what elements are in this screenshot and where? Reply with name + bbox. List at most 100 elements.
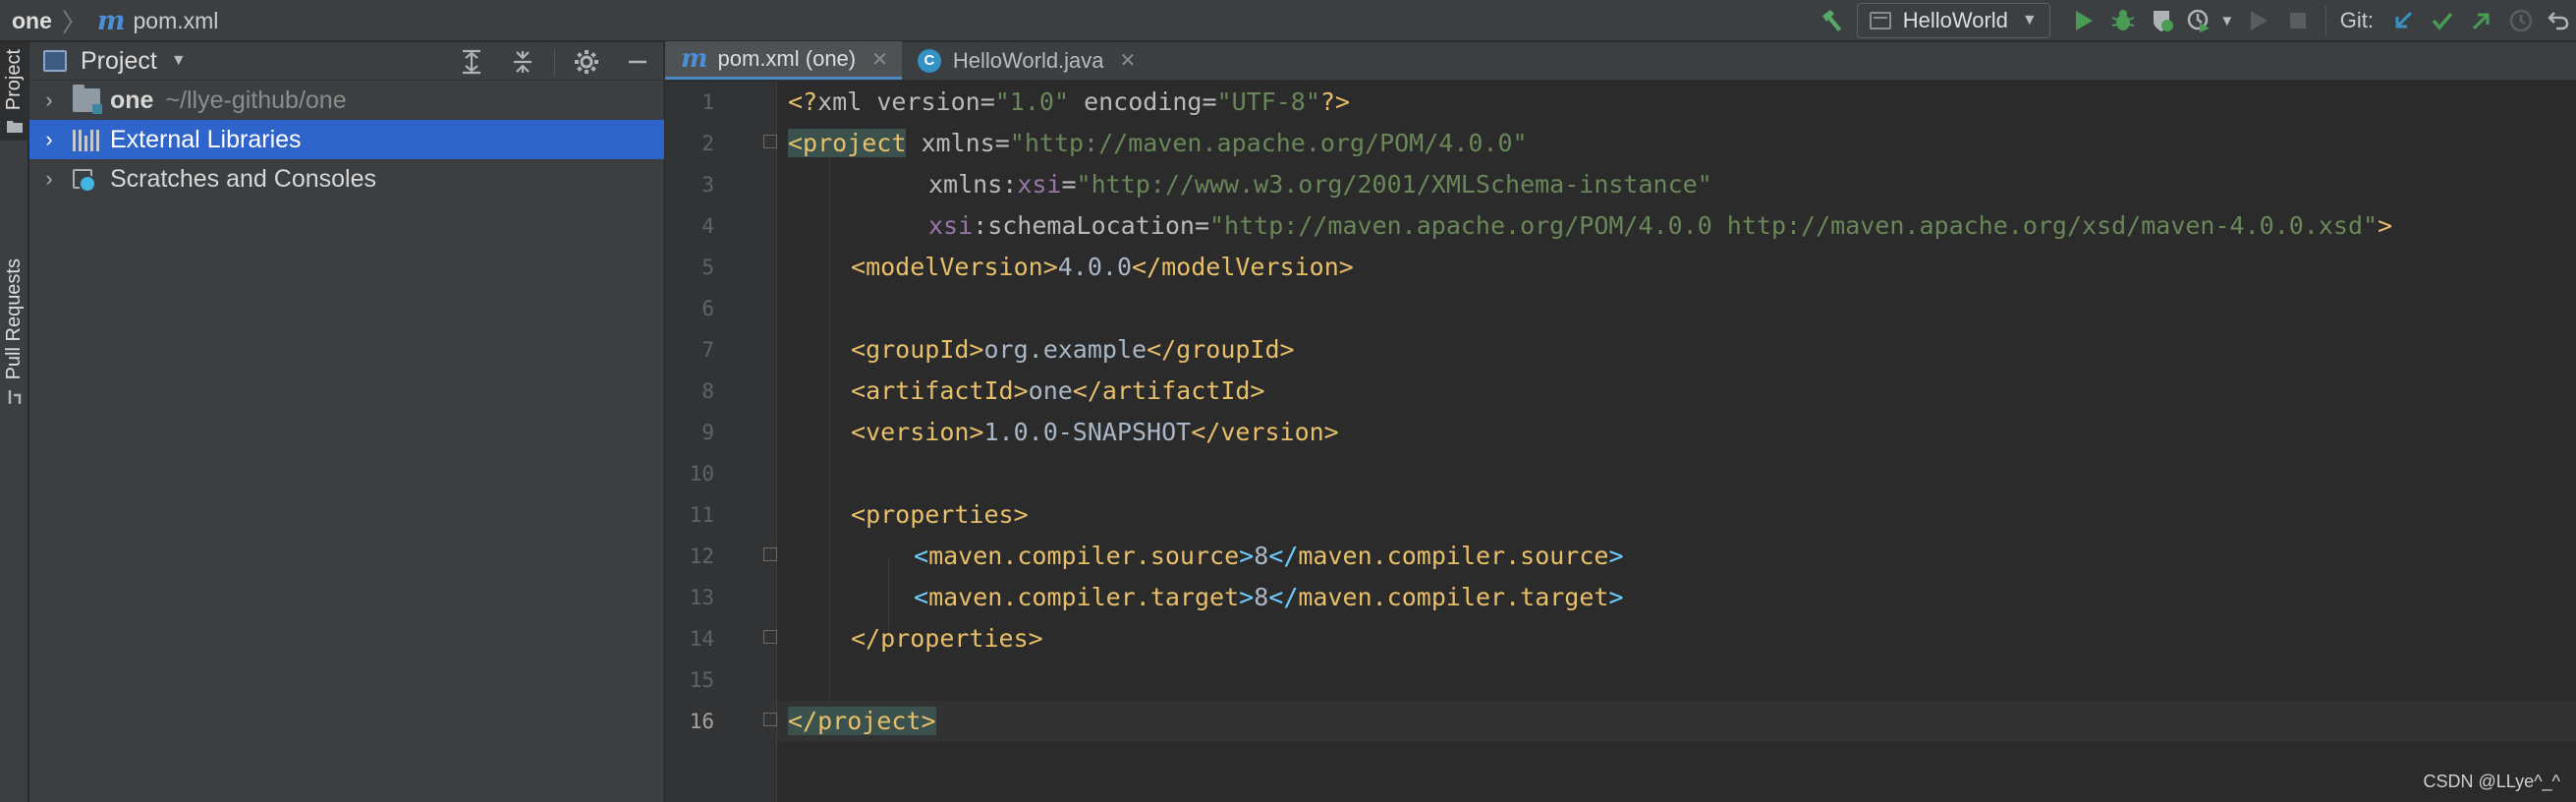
project-tool-window-button[interactable]: Project	[0, 42, 28, 141]
indent-guide	[829, 146, 830, 724]
fold-marker-icon[interactable]	[763, 713, 777, 726]
line-number: 14	[689, 627, 714, 651]
watermark: CSDN @LLye^_^	[2423, 772, 2560, 791]
run-configuration-selector[interactable]: HelloWorld ▼	[1856, 3, 2050, 38]
tree-node-scratches[interactable]: › Scratches and Consoles	[29, 159, 664, 199]
maven-icon: m	[681, 44, 708, 74]
tab-label: pom.xml (one)	[717, 46, 857, 71]
chevron-down-icon[interactable]: ▼	[171, 52, 187, 70]
line-number: 16	[689, 710, 714, 733]
chevron-right-icon[interactable]: ›	[39, 127, 59, 152]
gear-icon[interactable]	[561, 42, 612, 81]
line-number: 13	[689, 586, 714, 609]
line-number: 7	[701, 338, 714, 362]
chevron-right-icon[interactable]: ›	[39, 87, 59, 113]
line-number: 11	[689, 503, 714, 527]
tool-window-stripe: Project Pull Requests	[0, 42, 28, 802]
line-number: 10	[689, 462, 714, 486]
code-line-11: <properties>	[851, 500, 1029, 529]
code-line-13: <maven.compiler.target>8</maven.compiler…	[914, 583, 1624, 611]
git-update-icon[interactable]	[2383, 0, 2423, 41]
breadcrumb: one 〉 m pom.xml	[12, 0, 218, 41]
code-line-12: <maven.compiler.source>8</maven.compiler…	[914, 542, 1624, 570]
line-number: 15	[689, 668, 714, 692]
project-stripe-label: Project	[3, 48, 25, 111]
line-number: 9	[701, 421, 714, 444]
code-line-16: </project>	[788, 707, 936, 735]
git-label: Git:	[2339, 8, 2374, 32]
editor-tabs: m pom.xml (one) ✕ C HelloWorld.java ✕	[665, 41, 2576, 81]
chevron-down-icon[interactable]: ▼	[2215, 0, 2239, 41]
fold-marker-icon[interactable]	[763, 547, 777, 561]
code-line-3: xmlns:xsi="http://www.w3.org/2001/XMLSch…	[928, 170, 1712, 199]
project-panel-header: Project ▼	[29, 42, 663, 81]
code-area[interactable]: 1 2 3 4 5 6 7 8 9 10 11 12 13 14 15 16 <…	[665, 82, 2576, 802]
code-line-7: <groupId>org.example</groupId>	[851, 335, 1295, 364]
coverage-icon[interactable]	[2143, 0, 2182, 41]
line-number: 1	[701, 90, 714, 114]
panel-separator	[554, 48, 555, 75]
tab-label: HelloWorld.java	[952, 47, 1104, 73]
git-commit-icon[interactable]	[2423, 0, 2462, 41]
editor: m pom.xml (one) ✕ C HelloWorld.java ✕ 1 …	[665, 41, 2576, 802]
code-line-1: <?xml version="1.0" encoding="UTF-8"?>	[788, 87, 1351, 116]
tree-node-external-libraries[interactable]: › External Libraries	[29, 120, 664, 159]
git-push-icon[interactable]	[2462, 0, 2501, 41]
tree-node-one[interactable]: › one ~/llye-github/one	[29, 81, 664, 120]
tree-node-label: one	[110, 86, 154, 114]
history-clock-icon[interactable]	[2501, 0, 2541, 41]
code-line-8: <artifactId>one</artifactId>	[851, 376, 1265, 405]
tree-node-label: External Libraries	[110, 125, 302, 153]
build-hammer-icon[interactable]	[1812, 0, 1851, 41]
run-icon[interactable]	[2064, 0, 2103, 41]
code-line-14: </properties>	[851, 624, 1043, 653]
collapse-all-icon[interactable]	[497, 42, 548, 81]
run-disabled-icon	[2239, 0, 2278, 41]
project-panel-actions	[446, 42, 663, 81]
pull-requests-tool-window-button[interactable]: Pull Requests	[0, 244, 28, 421]
tree-node-label: Scratches and Consoles	[110, 164, 376, 193]
toolbar-separator	[2324, 6, 2326, 35]
java-class-icon: C	[917, 48, 941, 73]
debug-bug-icon[interactable]	[2103, 0, 2143, 41]
breadcrumb-file[interactable]: pom.xml	[133, 8, 218, 34]
project-view-icon	[43, 50, 67, 72]
tab-helloworld-java[interactable]: C HelloWorld.java ✕	[902, 41, 1149, 80]
close-icon[interactable]: ✕	[1120, 48, 1137, 73]
current-line-highlight	[777, 701, 2576, 742]
hide-panel-icon[interactable]	[612, 42, 663, 81]
fold-marker-icon[interactable]	[763, 135, 777, 148]
profiler-icon[interactable]	[2182, 0, 2215, 41]
line-number: 8	[701, 379, 714, 403]
chevron-down-icon: ▼	[2021, 12, 2038, 29]
scratches-icon	[73, 169, 96, 193]
line-number: 6	[701, 297, 714, 320]
maven-icon: m	[96, 5, 126, 36]
line-number: 5	[701, 256, 714, 279]
tab-pom-xml[interactable]: m pom.xml (one) ✕	[665, 41, 902, 80]
fold-marker-icon[interactable]	[763, 630, 777, 644]
module-folder-icon	[73, 85, 102, 114]
project-view-title[interactable]: Project	[81, 47, 157, 76]
line-number-gutter[interactable]: 1 2 3 4 5 6 7 8 9 10 11 12 13 14 15 16	[665, 82, 777, 802]
code-line-9: <version>1.0.0-SNAPSHOT</version>	[851, 418, 1339, 446]
line-number: 12	[689, 544, 714, 568]
line-number: 3	[701, 173, 714, 197]
tree-node-path: ~/llye-github/one	[165, 86, 347, 114]
code-line-4: xsi:schemaLocation="http://maven.apache.…	[928, 211, 2393, 240]
chevron-right-icon[interactable]: ›	[39, 166, 59, 192]
project-tool-window: Project ▼ › one ~/llye-github/one › Exte…	[29, 42, 664, 802]
expand-all-icon[interactable]	[446, 42, 497, 81]
pull-request-icon	[8, 389, 21, 404]
navigation-bar: one 〉 m pom.xml HelloWorld ▼ ▼ Git:	[0, 0, 2576, 41]
breadcrumb-project[interactable]: one	[12, 8, 52, 34]
application-config-icon	[1869, 12, 1891, 29]
close-icon[interactable]: ✕	[871, 47, 888, 72]
pull-requests-stripe-label: Pull Requests	[3, 258, 25, 380]
line-number: 4	[701, 214, 714, 238]
main-toolbar: HelloWorld ▼ ▼ Git:	[1812, 0, 2576, 41]
rollback-icon[interactable]	[2541, 0, 2576, 41]
code-line-2: <project xmlns="http://maven.apache.org/…	[788, 129, 1528, 157]
line-number: 2	[701, 132, 714, 155]
library-icon	[73, 128, 100, 151]
